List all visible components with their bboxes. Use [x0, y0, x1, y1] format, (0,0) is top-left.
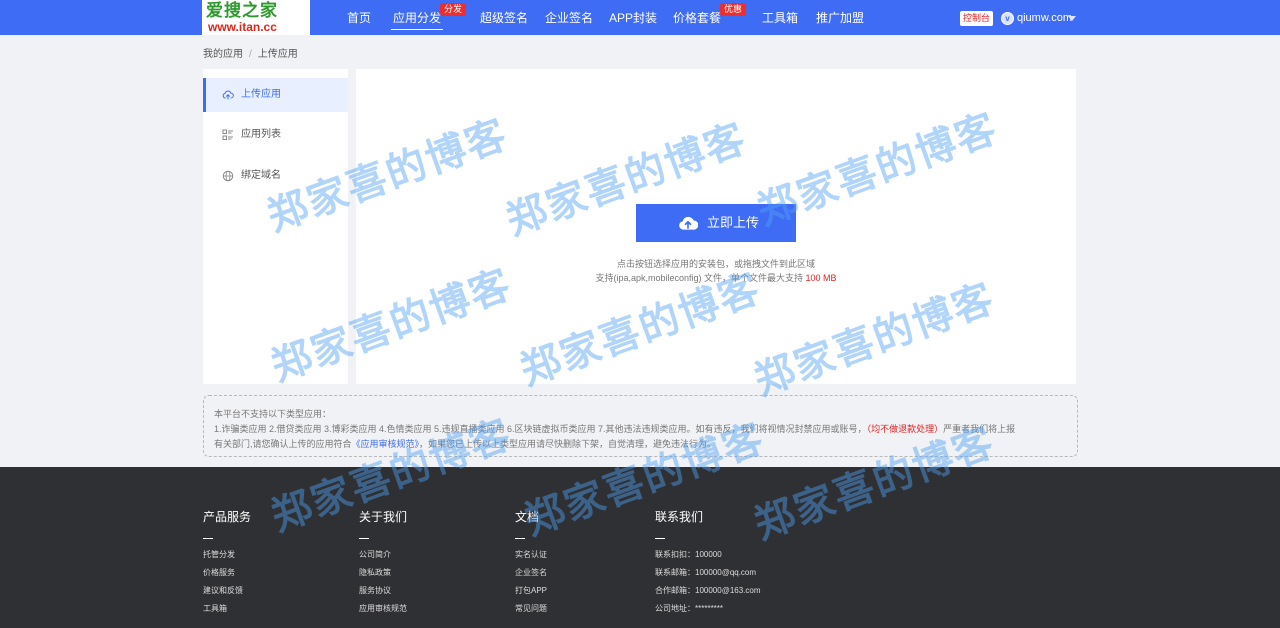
notice-no-refund: （均不做退款处理） [866, 424, 944, 434]
footer-contact-email[interactable]: 联系邮箱：100000@qq.com [655, 567, 756, 578]
nav-toolbox[interactable]: 工具箱 [762, 0, 798, 35]
cloud-upload-icon [222, 90, 234, 100]
breadcrumb-separator: / [249, 49, 252, 60]
footer-link[interactable]: 价格服务 [203, 567, 235, 578]
footer-company-address: 公司地址：********* [655, 604, 724, 613]
notice-text: 有关部门,请您确认上传的应用符合 [214, 439, 352, 449]
upload-now-button[interactable]: 立即上传 [636, 204, 796, 242]
footer-divider [359, 538, 369, 539]
notice-body-line: 1.诈骗类应用 2.借贷类应用 3.博彩类应用 4.色情类应用 5.违规直播类应… [214, 422, 1067, 437]
upload-format-hint: 支持(ipa,apk,mobileconfig) 文件，单个文件最大支持 100… [356, 271, 1076, 284]
top-navbar: 爱搜之家 www.itan.cc 首页 应用分发 分发 超级签名 企业签名 AP… [0, 0, 1280, 35]
notice-heading: 本平台不支持以下类型应用： [214, 409, 332, 419]
footer-link[interactable]: 打包APP [515, 585, 547, 596]
footer-link[interactable]: 建议和反馈 [203, 585, 243, 596]
username[interactable]: qiumw.com [1017, 0, 1072, 36]
sidebar-item-label: 应用列表 [241, 129, 281, 140]
sidebar-item-label: 上传应用 [241, 89, 281, 100]
format-hint-text: 支持(ipa,apk,mobileconfig) 文件，单个文件最大支持 [595, 273, 806, 283]
nav-badge-pricing: 优惠 [720, 3, 747, 16]
nav-affiliate[interactable]: 推广加盟 [816, 0, 864, 35]
footer-link[interactable]: 隐私政策 [359, 567, 391, 578]
chevron-down-icon[interactable] [1068, 16, 1076, 21]
nav-home[interactable]: 首页 [347, 0, 371, 35]
nav-enterprise-signature[interactable]: 企业签名 [545, 0, 593, 35]
footer-heading: 联系我们 [655, 510, 704, 524]
notice-body-line: 有关部门,请您确认上传的应用符合《应用审核规范》，如果您已上传以上类型应用请尽快… [214, 437, 1067, 452]
footer-divider [515, 538, 525, 539]
footer-link[interactable]: 公司简介 [359, 549, 391, 560]
footer-link[interactable]: 服务协议 [359, 585, 391, 596]
breadcrumb-current: 上传应用 [257, 49, 298, 60]
cloud-upload-icon [679, 216, 698, 230]
upload-hint: 点击按钮选择应用的安装包，或拖拽文件到此区域 [616, 259, 815, 269]
footer-link[interactable]: 工具箱 [203, 603, 227, 614]
size-limit: 100 MB [805, 273, 837, 283]
footer-partner-email[interactable]: 合作邮箱：100000@163.com [655, 585, 761, 596]
nav-badge-distribution: 分发 [440, 3, 467, 16]
footer-divider [203, 538, 213, 539]
upload-now-label: 立即上传 [707, 215, 760, 230]
footer: 产品服务 托管分发 价格服务 建议和反馈 工具箱 关于我们 公司简介 隐私政策 … [0, 467, 1280, 628]
sidebar-item-label: 绑定域名 [241, 170, 281, 181]
footer-divider [655, 538, 665, 539]
sidebar-item-bind-domain[interactable]: 绑定域名 [203, 159, 348, 193]
avatar[interactable]: v [1001, 12, 1014, 25]
notice-text: 1.诈骗类应用 2.借贷类应用 3.博彩类应用 4.色情类应用 5.违规直播类应… [214, 424, 867, 434]
site-logo[interactable]: 爱搜之家 www.itan.cc [202, 0, 310, 35]
footer-heading: 产品服务 [203, 510, 252, 524]
sidebar-item-app-list[interactable]: 应用列表 [203, 118, 348, 152]
nav-app-distribution[interactable]: 应用分发 [390, 0, 444, 35]
console-button[interactable]: 控制台 [960, 11, 994, 26]
sidebar: 上传应用 应用列表 绑定域名 [203, 69, 348, 384]
notice-text-tail: 严重者我们将上报 [943, 424, 1016, 434]
nav-app-wrapper[interactable]: APP封装 [609, 0, 657, 35]
globe-icon [222, 170, 234, 182]
footer-heading: 关于我们 [359, 510, 408, 524]
logo-url: www.itan.cc [208, 20, 277, 34]
nav-super-signature[interactable]: 超级签名 [480, 0, 528, 35]
breadcrumb: 我的应用 / 上传应用 [203, 45, 298, 60]
footer-link[interactable]: 实名认证 [515, 549, 547, 560]
list-icon [222, 129, 233, 140]
footer-contact-qq: 联系扣扣：100000 [655, 550, 722, 559]
footer-link[interactable]: 托管分发 [203, 549, 235, 560]
policy-notice: 本平台不支持以下类型应用： 1.诈骗类应用 2.借贷类应用 3.博彩类应用 4.… [203, 395, 1078, 457]
upload-dropzone[interactable]: 立即上传 点击按钮选择应用的安装包，或拖拽文件到此区域 支持(ipa,apk,m… [356, 69, 1076, 384]
footer-link[interactable]: 企业签名 [515, 567, 547, 578]
sidebar-item-upload-app[interactable]: 上传应用 [203, 78, 348, 112]
notice-text: ，如果您已上传以上类型应用请尽快删除下架，自觉清理，避免违法行为。 [419, 439, 717, 449]
review-policy-link[interactable]: 《应用审核规范》 [352, 439, 420, 449]
footer-heading: 文档 [515, 510, 540, 524]
breadcrumb-root[interactable]: 我的应用 [203, 49, 243, 60]
footer-link[interactable]: 常见问题 [515, 603, 547, 614]
footer-link[interactable]: 应用审核规范 [359, 603, 407, 614]
logo-title: 爱搜之家 [206, 1, 278, 21]
nav-pricing[interactable]: 价格套餐 [673, 0, 721, 35]
